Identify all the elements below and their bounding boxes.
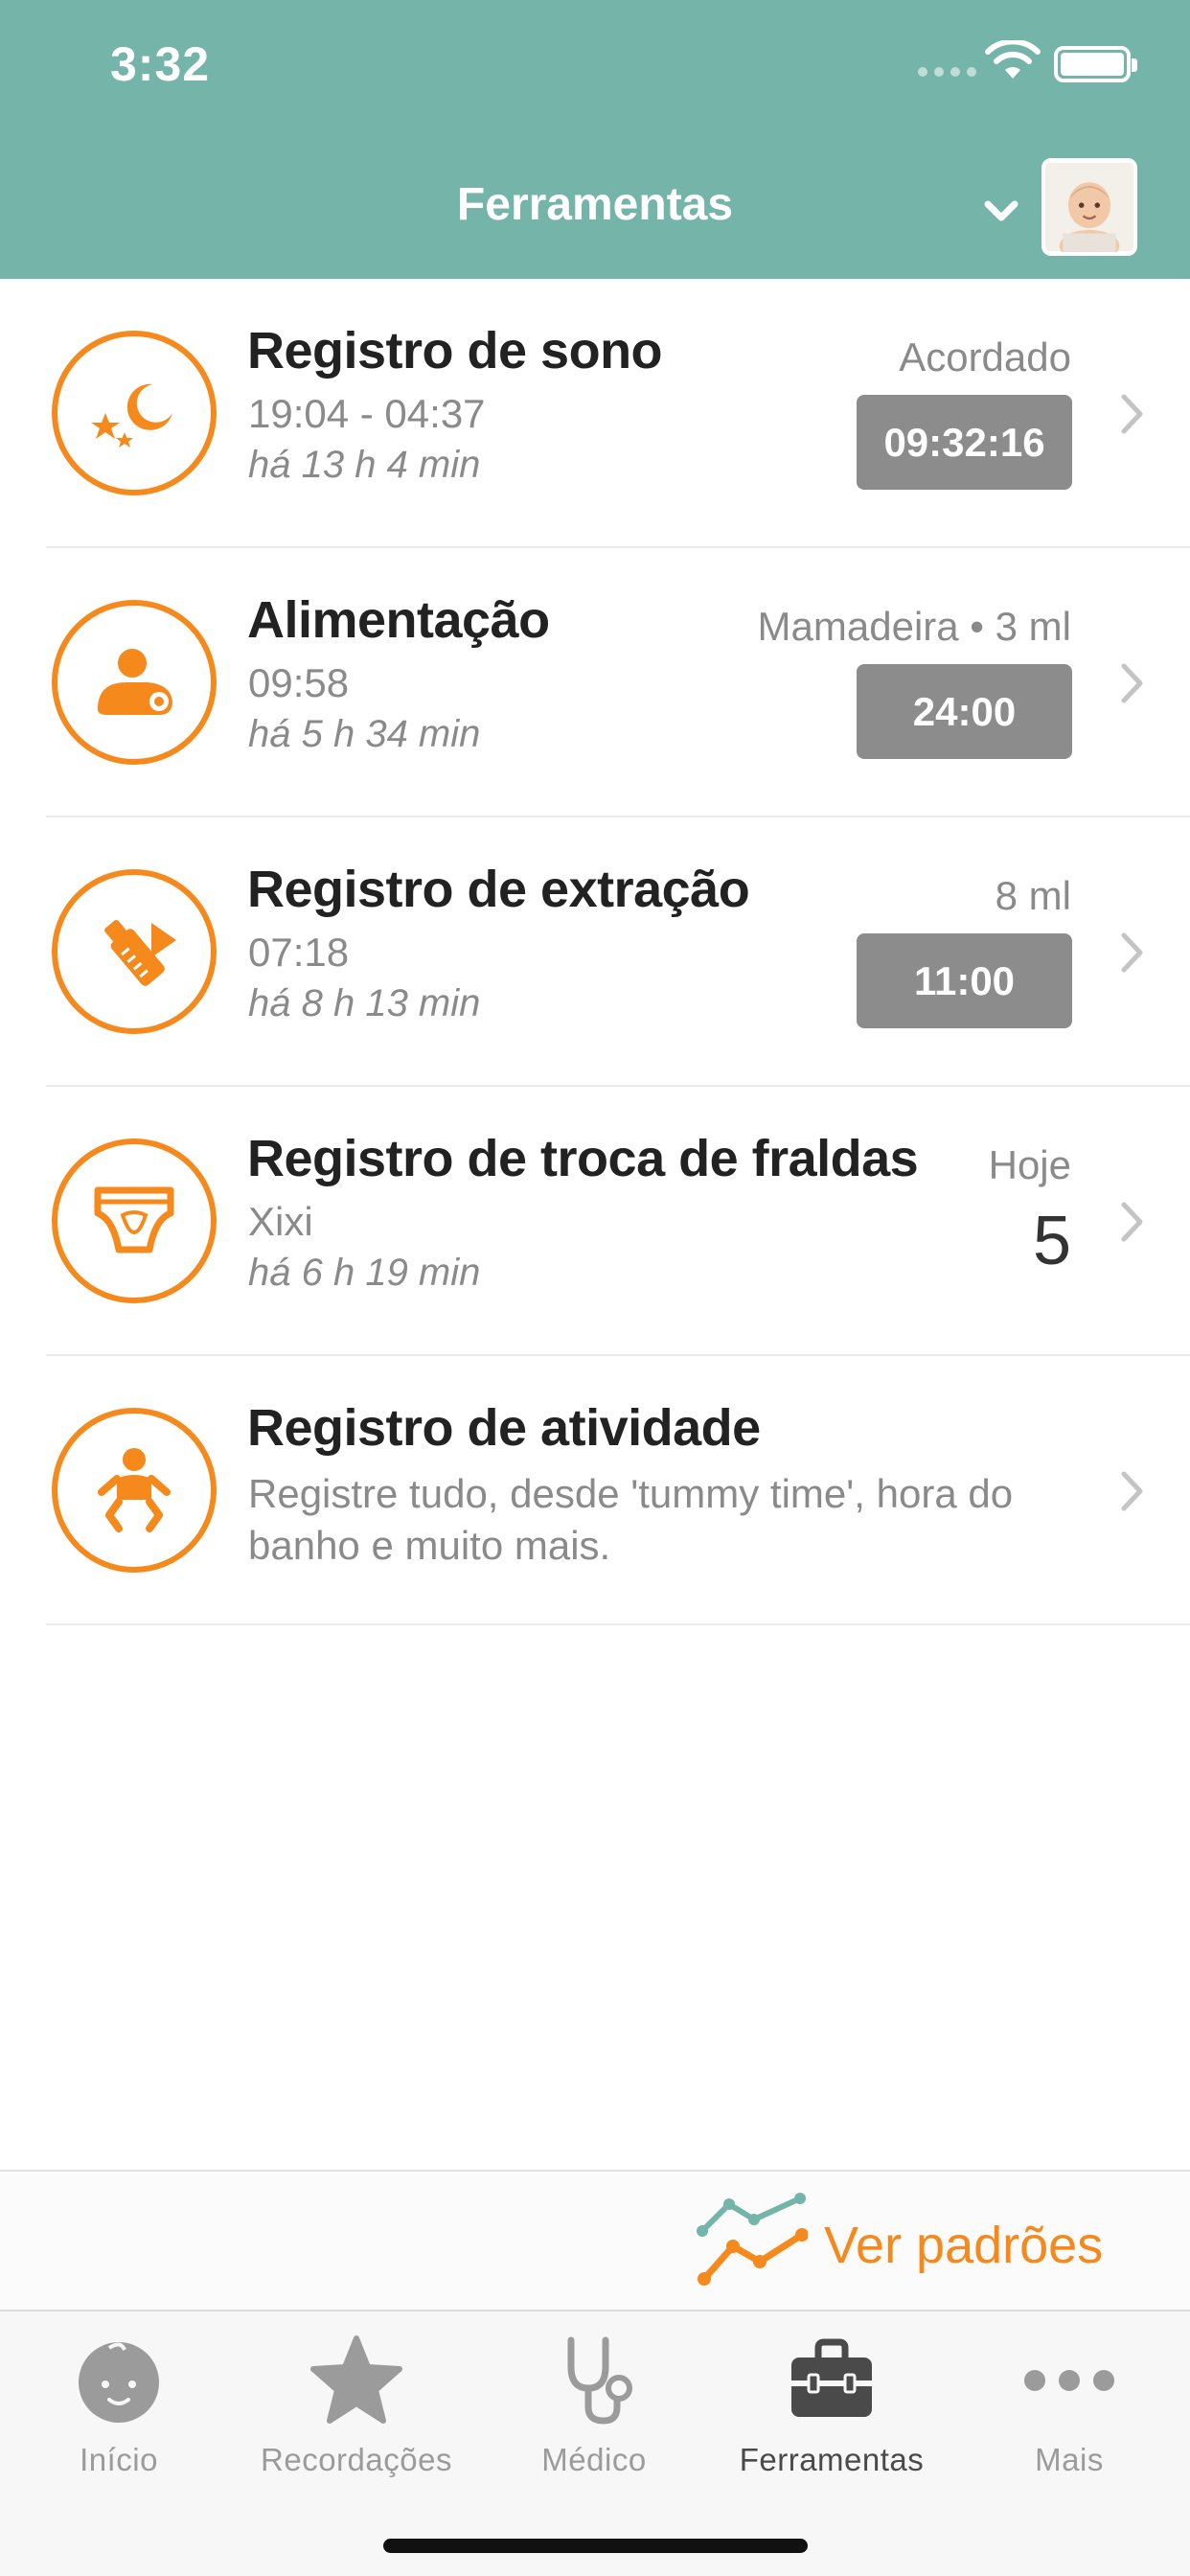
tool-time: 07:18 [248, 930, 350, 975]
chevron-right-icon [1121, 394, 1143, 434]
trend-lines-icon[interactable] [695, 2191, 808, 2290]
breast-pump-icon [52, 869, 217, 1034]
tool-row-sleep[interactable]: Registro de sono 19:04 - 04:37 há 13 h 4… [46, 279, 1190, 548]
tool-time: 09:58 [248, 660, 350, 705]
chevron-right-icon [1121, 1471, 1143, 1511]
tool-elapsed: há 5 h 34 min [248, 713, 481, 755]
cellular-signal-icon [918, 67, 976, 77]
timer-badge: 11:00 [857, 933, 1072, 1028]
tools-list: Registro de sono 19:04 - 04:37 há 13 h 4… [0, 279, 1190, 1625]
tab-mais[interactable]: Mais [950, 2312, 1188, 2484]
toolbox-icon [791, 2338, 872, 2417]
baby-face-icon [79, 2342, 159, 2423]
tool-title: Registro de sono [247, 322, 663, 380]
diaper-icon [52, 1138, 217, 1303]
tool-elapsed: há 6 h 19 min [248, 1252, 481, 1294]
tool-description: Registre tudo, desde 'tummy time', hora … [248, 1471, 1014, 1568]
tool-row-activity[interactable]: Registro de atividade Registre tudo, des… [46, 1356, 1190, 1625]
home-indicator[interactable] [383, 2539, 808, 2553]
tab-inicio[interactable]: Início [0, 2312, 238, 2484]
tool-elapsed: há 8 h 13 min [248, 982, 481, 1024]
more-dots-icon [1024, 2370, 1114, 2391]
tool-status: Mamadeira • 3 ml [757, 604, 1071, 649]
status-time: 3:32 [110, 37, 211, 91]
tab-label: Início [80, 2442, 158, 2477]
view-patterns-link[interactable]: Ver padrões [824, 2216, 1103, 2275]
chevron-right-icon [1121, 1202, 1143, 1242]
tool-row-diaper[interactable]: Registro de troca de fraldas Xixi há 6 h… [46, 1087, 1190, 1356]
tab-medico[interactable]: Médico [475, 2312, 713, 2484]
diaper-count: 5 [1032, 1203, 1071, 1279]
tab-label: Mais [1035, 2442, 1104, 2477]
tool-status: 8 ml [995, 873, 1071, 918]
chevron-right-icon [1121, 663, 1143, 703]
tab-label: Recordações [261, 2442, 452, 2477]
tab-recordacoes[interactable]: Recordações [238, 2312, 475, 2484]
tab-label: Médico [541, 2442, 647, 2477]
tab-bar: Início Recordações Médico Ferramentas Ma… [0, 2310, 1190, 2576]
feeding-icon [52, 600, 217, 765]
tool-type: Xixi [248, 1199, 313, 1244]
baby-activity-icon [52, 1408, 217, 1573]
baby-photo-icon [1045, 163, 1133, 252]
tool-title: Alimentação [247, 591, 550, 649]
timer-badge: 24:00 [857, 664, 1072, 759]
tool-time-range: 19:04 - 04:37 [248, 391, 486, 436]
baby-avatar[interactable] [1041, 158, 1137, 256]
tool-row-pumping[interactable]: Registro de extração 07:18 há 8 h 13 min… [46, 817, 1190, 1087]
tool-title: Registro de atividade [247, 1399, 761, 1457]
star-icon [310, 2335, 402, 2424]
tool-status: Hoje [988, 1142, 1071, 1187]
tool-elapsed: há 13 h 4 min [248, 444, 481, 486]
stethoscope-icon [567, 2336, 632, 2425]
chevron-down-icon[interactable] [982, 196, 1020, 225]
tool-title: Registro de troca de fraldas [247, 1130, 919, 1187]
tool-title: Registro de extração [247, 861, 750, 918]
patterns-bar: Ver padrões [0, 2170, 1190, 2310]
timer-badge: 09:32:16 [857, 395, 1072, 490]
tool-row-feeding[interactable]: Alimentação 09:58 há 5 h 34 min Mamadeir… [46, 548, 1190, 817]
chevron-right-icon [1121, 932, 1143, 973]
wifi-icon [985, 40, 1041, 79]
battery-icon [1054, 46, 1137, 82]
app-header: 3:32 Ferramentas [0, 0, 1190, 279]
tab-label: Ferramentas [739, 2442, 925, 2477]
tab-ferramentas[interactable]: Ferramentas [713, 2312, 950, 2484]
moon-stars-icon [52, 331, 217, 495]
tool-status: Acordado [899, 334, 1071, 380]
